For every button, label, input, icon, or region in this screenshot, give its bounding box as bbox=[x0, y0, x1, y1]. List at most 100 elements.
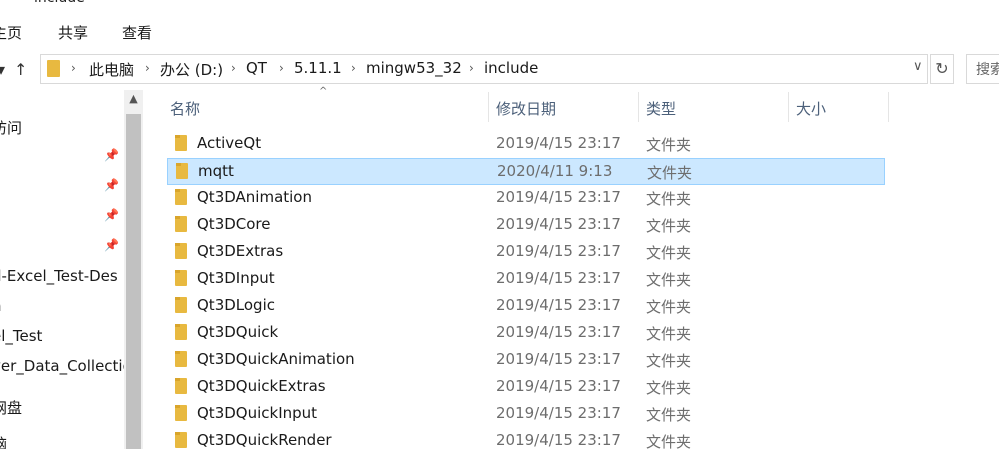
nav-scrollbar[interactable]: ▲ bbox=[124, 90, 143, 449]
file-type: 文件夹 bbox=[646, 352, 692, 370]
pin-icon: 📌 bbox=[104, 208, 119, 222]
column-divider[interactable] bbox=[888, 92, 889, 122]
list-item[interactable]: Qt3DInput 2019/4/15 23:17 文件夹 bbox=[167, 266, 885, 293]
file-name: Qt3DAnimation bbox=[197, 188, 312, 206]
file-type: 文件夹 bbox=[646, 298, 692, 316]
chevron-right-icon[interactable]: › bbox=[145, 61, 150, 75]
folder-icon bbox=[175, 378, 187, 394]
file-name: Qt3DExtras bbox=[197, 242, 284, 260]
folder-icon bbox=[175, 405, 187, 421]
list-item[interactable]: Qt3DLogic 2019/4/15 23:17 文件夹 bbox=[167, 293, 885, 320]
list-item-selected[interactable]: mqtt 2020/4/11 9:13 文件夹 bbox=[167, 158, 885, 185]
column-headers: ^ 名称 修改日期 类型 大小 bbox=[143, 86, 999, 124]
chevron-down-icon[interactable]: ∨ bbox=[913, 59, 923, 74]
list-item[interactable]: ActiveQt 2019/4/15 23:17 文件夹 bbox=[167, 131, 885, 158]
file-type: 文件夹 bbox=[646, 325, 692, 343]
crumb-this-pc[interactable]: 此电脑 bbox=[89, 59, 134, 80]
file-modified: 2019/4/15 23:17 bbox=[496, 404, 621, 422]
file-name: Qt3DQuickExtras bbox=[197, 377, 326, 395]
folder-icon bbox=[47, 60, 60, 77]
list-item[interactable]: Qt3DQuickExtras 2019/4/15 23:17 文件夹 bbox=[167, 374, 885, 401]
column-divider[interactable] bbox=[488, 92, 489, 122]
column-type[interactable]: 类型 bbox=[646, 98, 676, 119]
pin-icon: 📌 bbox=[104, 238, 119, 252]
chevron-right-icon[interactable]: › bbox=[71, 61, 76, 75]
column-size[interactable]: 大小 bbox=[796, 98, 826, 119]
list-item[interactable]: Qt3DExtras 2019/4/15 23:17 文件夹 bbox=[167, 239, 885, 266]
list-item[interactable]: Qt3DQuickRender 2019/4/15 23:17 文件夹 bbox=[167, 428, 885, 455]
list-item[interactable]: Qt3DCore 2019/4/15 23:17 文件夹 bbox=[167, 212, 885, 239]
file-name: mqtt bbox=[198, 162, 234, 180]
nav-item-el-test[interactable]: el_Test bbox=[0, 327, 42, 345]
nav-item-quick-access[interactable]: 访问 bbox=[0, 117, 22, 138]
nav-item-excel-test-des[interactable]: d-Excel_Test-Des bbox=[0, 267, 118, 285]
recent-dropdown-icon[interactable]: ▾ bbox=[0, 60, 5, 79]
chevron-right-icon[interactable]: › bbox=[469, 61, 474, 75]
scrollbar-thumb[interactable] bbox=[126, 114, 141, 449]
file-name: Qt3DQuickAnimation bbox=[197, 350, 355, 368]
file-modified: 2019/4/15 23:17 bbox=[496, 323, 621, 341]
file-type: 文件夹 bbox=[646, 406, 692, 424]
folder-icon bbox=[175, 189, 187, 205]
tab-view[interactable]: 查看 bbox=[122, 22, 152, 43]
scroll-up-icon[interactable]: ▲ bbox=[124, 92, 143, 112]
list-item[interactable]: Qt3DAnimation 2019/4/15 23:17 文件夹 bbox=[167, 185, 885, 212]
file-modified: 2019/4/15 23:17 bbox=[496, 269, 621, 287]
nav-item-this-pc[interactable]: 脑 bbox=[0, 433, 7, 449]
up-arrow-icon[interactable]: ↑ bbox=[14, 60, 27, 79]
list-item[interactable]: Qt3DQuickAnimation 2019/4/15 23:17 文件夹 bbox=[167, 347, 885, 374]
crumb-mingw[interactable]: mingw53_32 bbox=[366, 59, 462, 77]
file-type: 文件夹 bbox=[646, 379, 692, 397]
file-type: 文件夹 bbox=[646, 244, 692, 262]
file-name: Qt3DQuick bbox=[197, 323, 279, 341]
nav-item-data-collection[interactable]: ver_Data_Collectio bbox=[0, 357, 132, 375]
crumb-drive-d[interactable]: 办公 (D:) bbox=[160, 59, 223, 80]
list-item[interactable]: Qt3DQuickInput 2019/4/15 23:17 文件夹 bbox=[167, 401, 885, 428]
file-type: 文件夹 bbox=[646, 271, 692, 289]
crumb-include[interactable]: include bbox=[484, 59, 538, 77]
file-modified: 2020/4/11 9:13 bbox=[497, 162, 613, 180]
chevron-right-icon[interactable]: › bbox=[231, 61, 236, 75]
folder-icon bbox=[175, 432, 187, 448]
folder-icon bbox=[175, 216, 187, 232]
folder-icon bbox=[175, 324, 187, 340]
file-name: Qt3DQuickInput bbox=[197, 404, 318, 422]
list-item[interactable]: Qt3DQuick 2019/4/15 23:17 文件夹 bbox=[167, 320, 885, 347]
chevron-right-icon[interactable]: › bbox=[279, 61, 284, 75]
window-title: include bbox=[34, 0, 85, 6]
title-bar: include bbox=[0, 0, 999, 8]
refresh-icon: ↻ bbox=[935, 59, 949, 78]
file-modified: 2019/4/15 23:17 bbox=[496, 377, 621, 395]
refresh-button[interactable]: ↻ bbox=[930, 54, 954, 84]
navigation-pane: 访问 📌 📌 📌 📌 d-Excel_Test-Des n el_Test ve… bbox=[0, 90, 143, 449]
folder-icon bbox=[175, 243, 187, 259]
file-type: 文件夹 bbox=[646, 217, 692, 235]
column-divider[interactable] bbox=[638, 92, 639, 122]
file-modified: 2019/4/15 23:17 bbox=[496, 431, 621, 449]
file-type: 文件夹 bbox=[646, 136, 692, 154]
folder-icon bbox=[175, 351, 187, 367]
crumb-version[interactable]: 5.11.1 bbox=[294, 59, 342, 77]
file-modified: 2019/4/15 23:17 bbox=[496, 215, 621, 233]
file-type: 文件夹 bbox=[647, 164, 693, 182]
file-type: 文件夹 bbox=[646, 190, 692, 208]
column-name[interactable]: 名称 bbox=[170, 98, 200, 119]
nav-item-netdisk[interactable]: 网盘 bbox=[0, 397, 22, 418]
file-name: Qt3DCore bbox=[197, 215, 271, 233]
column-modified[interactable]: 修改日期 bbox=[496, 98, 556, 119]
tab-share[interactable]: 共享 bbox=[58, 22, 88, 43]
file-name: Qt3DInput bbox=[197, 269, 275, 287]
chevron-right-icon[interactable]: › bbox=[351, 61, 356, 75]
file-name: ActiveQt bbox=[197, 134, 262, 152]
file-modified: 2019/4/15 23:17 bbox=[496, 134, 621, 152]
column-divider[interactable] bbox=[788, 92, 789, 122]
folder-icon bbox=[175, 297, 187, 313]
nav-item-n[interactable]: n bbox=[0, 297, 2, 315]
sort-ascending-icon: ^ bbox=[319, 86, 328, 97]
crumb-qt[interactable]: QT bbox=[246, 59, 267, 77]
address-bar[interactable]: › 此电脑 › 办公 (D:) › QT › 5.11.1 › mingw53_… bbox=[40, 54, 928, 84]
search-input[interactable]: 搜索 bbox=[966, 54, 999, 84]
tab-home[interactable]: 主页 bbox=[0, 22, 22, 43]
file-name: Qt3DQuickRender bbox=[197, 431, 332, 449]
folder-icon bbox=[175, 270, 187, 286]
